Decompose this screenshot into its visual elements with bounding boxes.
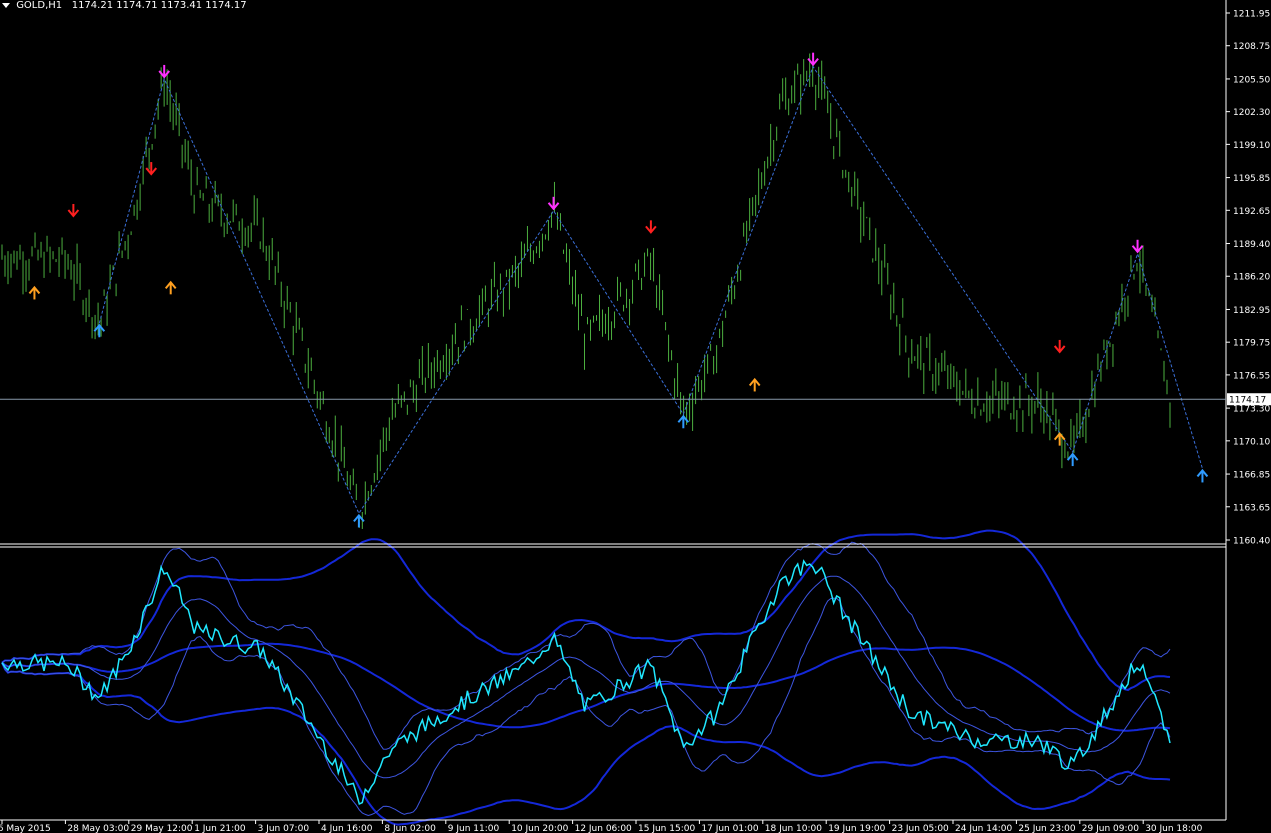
price-tick-label: 1179.75	[1233, 339, 1270, 349]
price-tick-label: 1163.65	[1233, 503, 1270, 513]
buy-arrow-icon	[1053, 432, 1066, 446]
price-tick-label: 1195.85	[1233, 174, 1270, 184]
zigzag-line	[98, 65, 1203, 515]
buy-arrow-icon	[93, 323, 106, 338]
time-tick-label: 29 May 12:00	[131, 824, 193, 833]
buy-arrow-icon	[748, 377, 761, 392]
time-tick-label: 25 Jun 23:00	[1018, 824, 1075, 833]
chart-window[interactable]: GOLD,H1 1174.21 1174.71 1173.41 1174.17 …	[0, 0, 1271, 833]
sell-arrow-icon	[645, 220, 657, 234]
outer-lower-band	[1, 662, 1171, 826]
current-price-label: 1174.17	[1229, 396, 1266, 406]
time-tick-label: 17 Jun 01:00	[701, 824, 758, 833]
zigzag-layer	[98, 65, 1203, 515]
buy-arrow-icon	[164, 280, 177, 295]
indicator-price-line	[1, 559, 1171, 806]
sell-arrow-icon	[145, 162, 158, 176]
chart-canvas[interactable]: 1211.95 1208.75 1205.50 1202.30 1199.10 1195.…	[0, 0, 1271, 833]
price-tick-label: 1170.10	[1233, 437, 1270, 447]
price-tick-label: 1186.20	[1233, 273, 1270, 283]
time-tick-label: 19 Jun 19:00	[828, 824, 885, 833]
sell-arrow-icon	[1053, 339, 1066, 354]
price-tick-label: 1160.40	[1233, 537, 1270, 547]
time-tick-label: 23 Jun 05:00	[892, 824, 949, 833]
price-tick-label: 1166.85	[1233, 471, 1270, 481]
time-tick-label: 1 Jun 21:00	[194, 824, 246, 833]
sell-arrow-icon	[1131, 239, 1144, 254]
sell-arrow-icon	[67, 203, 80, 218]
time-tick-label: 3 Jun 07:00	[258, 824, 310, 833]
outer-upper-band	[1, 529, 1171, 692]
time-tick-label: 4 Jun 16:00	[321, 824, 373, 833]
price-tick-label: 1205.50	[1233, 75, 1270, 85]
time-tick-label: 28 May 03:00	[67, 824, 129, 833]
buy-arrow-icon	[28, 285, 41, 300]
inner-middle-band	[1, 575, 1171, 779]
price-tick-label: 1176.55	[1233, 371, 1270, 381]
signal-arrows-layer	[28, 52, 1209, 528]
time-tick-label: 9 Jun 11:00	[448, 824, 500, 833]
price-tick-label: 1202.30	[1233, 108, 1270, 118]
inner-upper-band	[1, 541, 1171, 750]
price-tick-label: 1199.10	[1233, 141, 1270, 151]
time-tick-label: 26 May 2015	[0, 824, 51, 833]
price-tick-label: 1192.65	[1233, 207, 1270, 217]
price-tick-label: 1182.95	[1233, 306, 1270, 316]
indicator-subwindow	[1, 529, 1171, 826]
price-tick-label: 1173.30	[1233, 405, 1270, 415]
time-tick-label: 24 Jun 14:00	[955, 824, 1012, 833]
buy-arrow-icon	[1196, 468, 1209, 483]
price-tick-label: 1211.95	[1233, 10, 1270, 20]
sell-arrow-icon	[547, 196, 560, 211]
time-tick-label: 15 Jun 15:00	[638, 824, 695, 833]
time-tick-label: 8 Jun 02:00	[384, 824, 436, 833]
time-tick-label: 29 Jun 09:00	[1082, 824, 1139, 833]
price-bars-layer	[1, 53, 1171, 529]
time-tick-label: 30 Jun 18:00	[1145, 824, 1202, 833]
time-tick-label: 18 Jun 10:00	[765, 824, 822, 833]
time-tick-label: 12 Jun 06:00	[575, 824, 632, 833]
price-tick-label: 1189.40	[1233, 240, 1270, 250]
price-tick-label: 1208.75	[1233, 42, 1270, 52]
time-tick-label: 10 Jun 20:00	[511, 824, 568, 833]
buy-arrow-icon	[1066, 452, 1079, 467]
